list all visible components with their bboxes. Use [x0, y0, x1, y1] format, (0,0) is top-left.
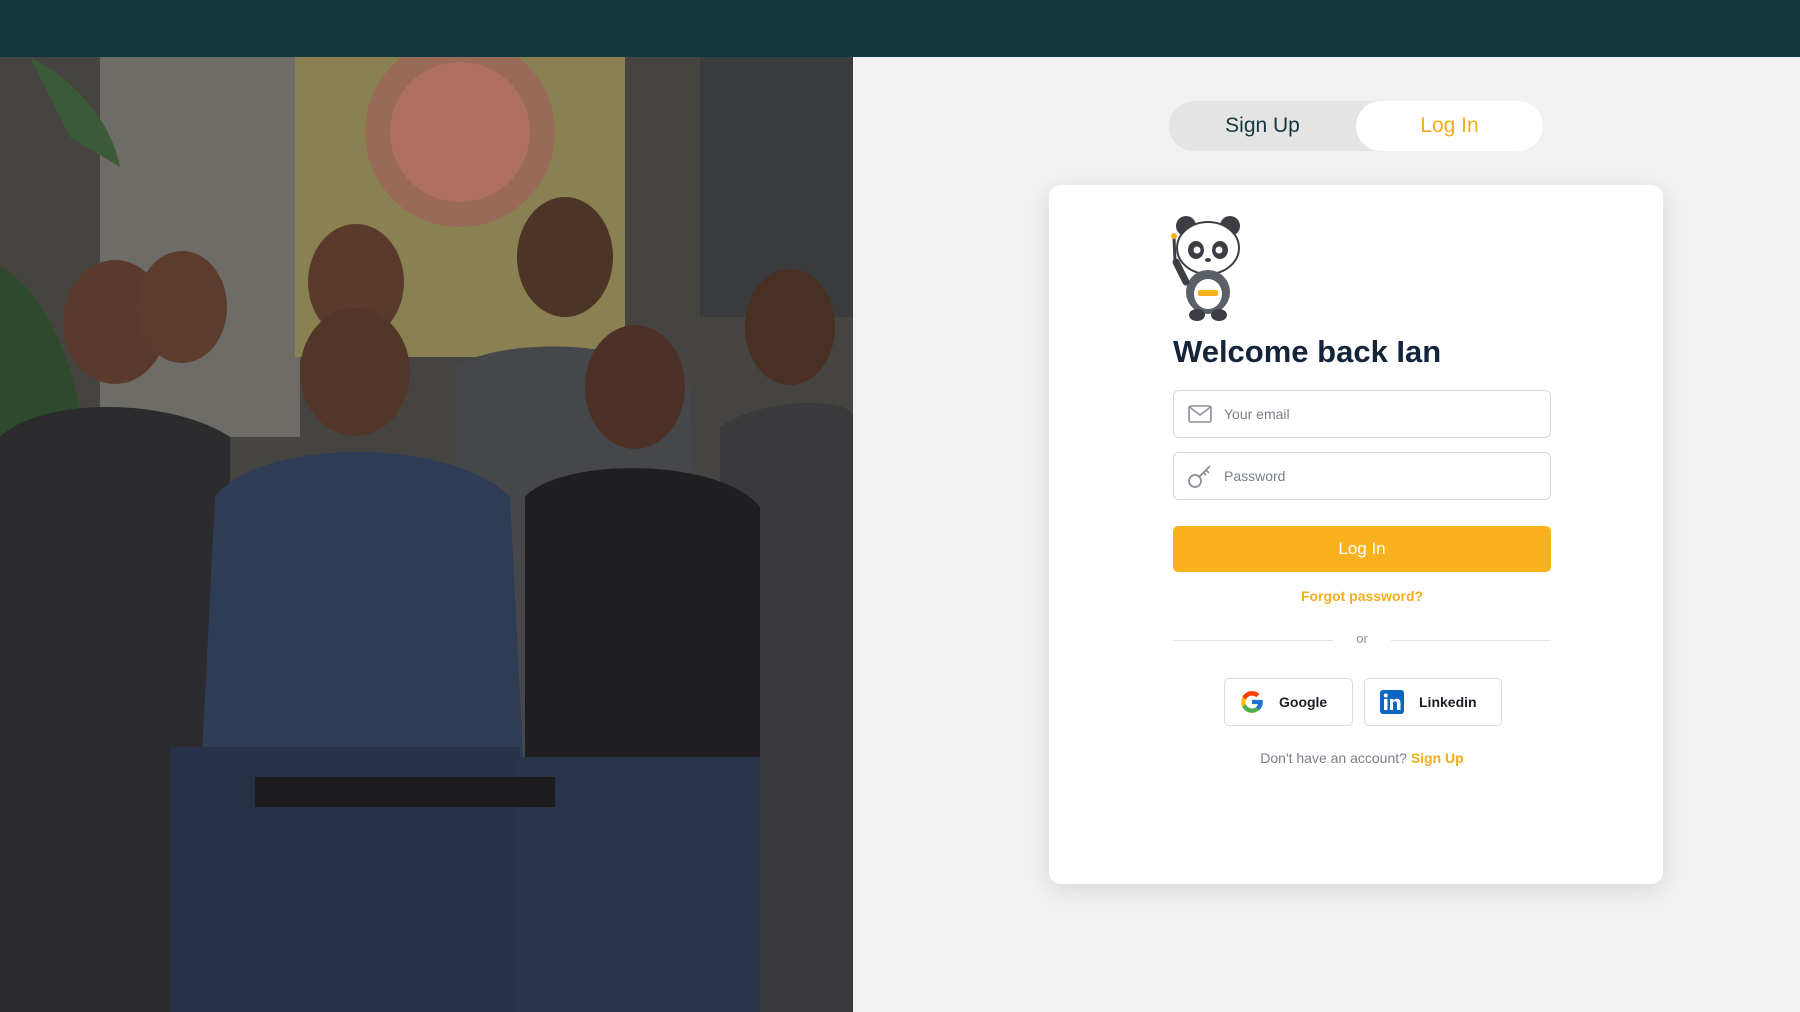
tab-log-in[interactable]: Log In	[1356, 101, 1543, 151]
auth-toggle: Sign Up Log In	[1169, 101, 1543, 151]
top-bar	[0, 0, 1800, 57]
sign-up-link[interactable]: Sign Up	[1411, 750, 1464, 766]
log-in-button[interactable]: Log In	[1173, 526, 1551, 572]
email-field[interactable]	[1173, 390, 1551, 438]
signup-prompt: Don't have an account? Sign Up	[1173, 750, 1551, 766]
linkedin-label: Linkedin	[1419, 694, 1477, 710]
google-icon	[1239, 689, 1265, 715]
google-label: Google	[1279, 694, 1328, 710]
team-photo	[0, 57, 853, 1012]
google-login-button[interactable]: Google	[1224, 678, 1353, 726]
password-input[interactable]	[1224, 453, 1550, 499]
email-input[interactable]	[1224, 391, 1550, 437]
forgot-password-link[interactable]: Forgot password?	[1173, 588, 1551, 604]
linkedin-login-button[interactable]: Linkedin	[1364, 678, 1502, 726]
tab-sign-up[interactable]: Sign Up	[1169, 101, 1356, 151]
welcome-heading: Welcome back Ian	[1173, 334, 1442, 369]
key-icon	[1186, 462, 1214, 490]
or-divider: or	[1173, 630, 1551, 650]
no-account-text: Don't have an account?	[1260, 750, 1407, 766]
panda-mascot-icon	[1171, 216, 1240, 321]
divider-text: or	[1356, 631, 1368, 646]
linkedin-icon	[1379, 689, 1405, 715]
mail-icon	[1186, 400, 1214, 428]
password-field[interactable]	[1173, 452, 1551, 500]
